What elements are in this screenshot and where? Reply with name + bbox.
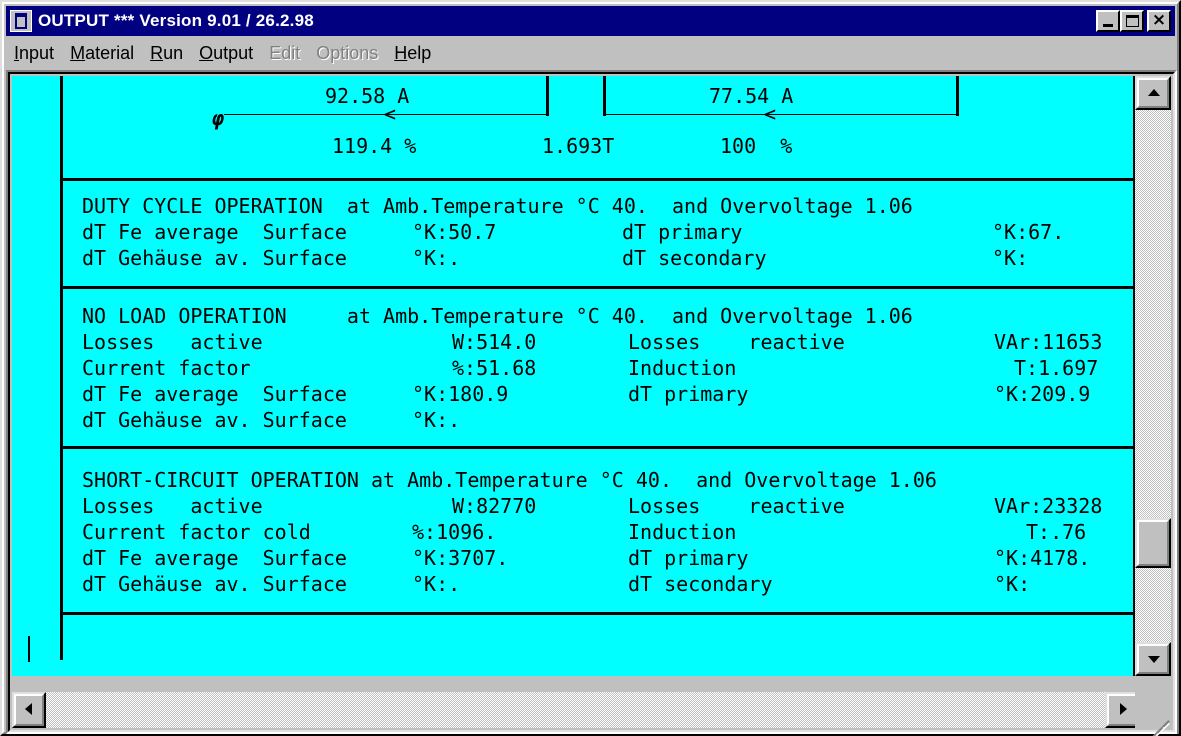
minimize-button[interactable] (1096, 10, 1120, 32)
close-icon: × (1151, 10, 1167, 30)
noload-row3-value: °K:180.9 (412, 382, 509, 406)
shortcircuit-row1-value2: VAr:23328 (994, 494, 1103, 518)
duty-row1-value2: °K:67. (992, 220, 1065, 244)
induction-value: 1.693T (542, 134, 615, 158)
maximize-button[interactable] (1120, 10, 1144, 32)
client-area: 92.58 A 77.54 A φ < < 119.4 % 1.693T 100… (6, 70, 1177, 736)
section-separator-2 (60, 286, 1136, 289)
duty-row2-label2: dT secondary (622, 246, 767, 270)
duty-row2-label: dT Gehäuse av. Surface (82, 246, 347, 270)
cursor-mark (28, 636, 30, 662)
title-bar[interactable]: OUTPUT *** Version 9.01 / 26.2.98 × (6, 6, 1175, 36)
section-separator-1 (60, 178, 1136, 181)
shortcircuit-row3-label: dT Fe average Surface (82, 546, 347, 570)
menu-run[interactable]: Run (142, 43, 191, 64)
left-border-line (60, 76, 63, 660)
noload-row1-value: W:514.0 (452, 330, 537, 354)
app-icon[interactable] (10, 10, 32, 32)
noload-row3-label2: dT primary (628, 382, 749, 406)
noload-title: NO LOAD OPERATION at Amb.Temperature °C … (82, 304, 913, 328)
shortcircuit-row2-label: Current factor cold (82, 520, 311, 544)
horizontal-scrollbar[interactable] (12, 692, 1139, 728)
noload-row4-label: dT Gehäuse av. Surface (82, 408, 347, 432)
shortcircuit-row1-label2: Losses reactive (628, 494, 845, 518)
arrow-left-icon (25, 703, 32, 715)
scroll-left-button[interactable] (12, 692, 46, 728)
noload-row2-label: Current factor (82, 356, 251, 380)
secondary-arrow: < (764, 102, 777, 126)
maximize-icon (1126, 15, 1139, 27)
shortcircuit-row4-label: dT Gehäuse av. Surface (82, 572, 347, 596)
shortcircuit-row1-label: Losses active (82, 494, 263, 518)
diagram-divider-1 (546, 76, 549, 116)
section-separator-3 (60, 446, 1136, 449)
diagram-divider-2 (603, 76, 606, 116)
menu-options[interactable]: Options (308, 43, 386, 64)
duty-title: DUTY CYCLE OPERATION at Amb.Temperature … (82, 194, 913, 218)
shortcircuit-row4-value2: °K: (994, 572, 1031, 596)
shortcircuit-row4-value: °K:. (412, 572, 461, 596)
shortcircuit-row1-value: W:82770 (452, 494, 537, 518)
primary-arrow: < (384, 102, 397, 126)
primary-current: 92.58 A (325, 84, 410, 108)
output-viewport[interactable]: 92.58 A 77.54 A φ < < 119.4 % 1.693T 100… (12, 76, 1139, 676)
output-window: OUTPUT *** Version 9.01 / 26.2.98 × Inpu… (0, 0, 1181, 736)
secondary-percent: 100 % (720, 134, 793, 158)
menu-input[interactable]: Input (6, 43, 62, 64)
noload-row1-value2: VAr:11653 (994, 330, 1103, 354)
shortcircuit-row2-label2: Induction (628, 520, 737, 544)
shortcircuit-row4-label2: dT secondary (628, 572, 773, 596)
menu-output[interactable]: Output (191, 43, 261, 64)
minimize-icon (1103, 24, 1113, 27)
diagram-divider-3 (956, 76, 959, 116)
vertical-scroll-thumb[interactable] (1135, 518, 1171, 568)
noload-row1-label2: Losses reactive (628, 330, 845, 354)
menu-material[interactable]: Material (62, 43, 142, 64)
vertical-scrollbar[interactable] (1135, 76, 1171, 676)
duty-row1-label2: dT primary (622, 220, 743, 244)
noload-row2-label2: Induction (628, 356, 737, 380)
primary-percent: 119.4 % (332, 134, 417, 158)
arrow-down-icon (1148, 656, 1160, 663)
noload-row2-value2: T:1.697 (1014, 356, 1099, 380)
shortcircuit-row2-value: %:1096. (412, 520, 497, 544)
secondary-current: 77.54 A (709, 84, 794, 108)
menu-edit[interactable]: Edit (261, 43, 308, 64)
shortcircuit-row3-value2: °K:4178. (994, 546, 1091, 570)
noload-row3-label: dT Fe average Surface (82, 382, 347, 406)
section-separator-4 (60, 612, 1136, 615)
menu-help[interactable]: Help (386, 43, 439, 64)
duty-row1-label: dT Fe average Surface (82, 220, 347, 244)
menu-bar: Input Material Run Output Edit Options H… (6, 38, 1175, 68)
noload-row4-value: °K:. (412, 408, 461, 432)
scroll-right-button[interactable] (1105, 692, 1139, 728)
arrow-right-icon (1120, 703, 1127, 715)
shortcircuit-row3-value: °K:3707. (412, 546, 509, 570)
scroll-up-button[interactable] (1135, 76, 1171, 110)
shortcircuit-row2-value2: T:.76 (1026, 520, 1087, 544)
noload-row3-value2: °K:209.9 (994, 382, 1091, 406)
resize-grip[interactable] (1135, 692, 1171, 736)
noload-row1-label: Losses active (82, 330, 263, 354)
arrow-up-icon (1148, 89, 1160, 96)
window-title: OUTPUT *** Version 9.01 / 26.2.98 (38, 11, 314, 30)
scroll-down-button[interactable] (1135, 642, 1171, 676)
duty-row1-value: °K:50.7 (412, 220, 497, 244)
duty-row2-value: °K:. (412, 246, 461, 270)
shortcircuit-row3-label2: dT primary (628, 546, 749, 570)
secondary-winding-line (606, 114, 958, 115)
shortcircuit-title: SHORT-CIRCUIT OPERATION at Amb.Temperatu… (82, 468, 937, 492)
phase-symbol: φ (212, 106, 225, 130)
close-button[interactable]: × (1147, 10, 1171, 32)
noload-row2-value: %:51.68 (452, 356, 537, 380)
duty-row2-value2: °K: (992, 246, 1029, 270)
